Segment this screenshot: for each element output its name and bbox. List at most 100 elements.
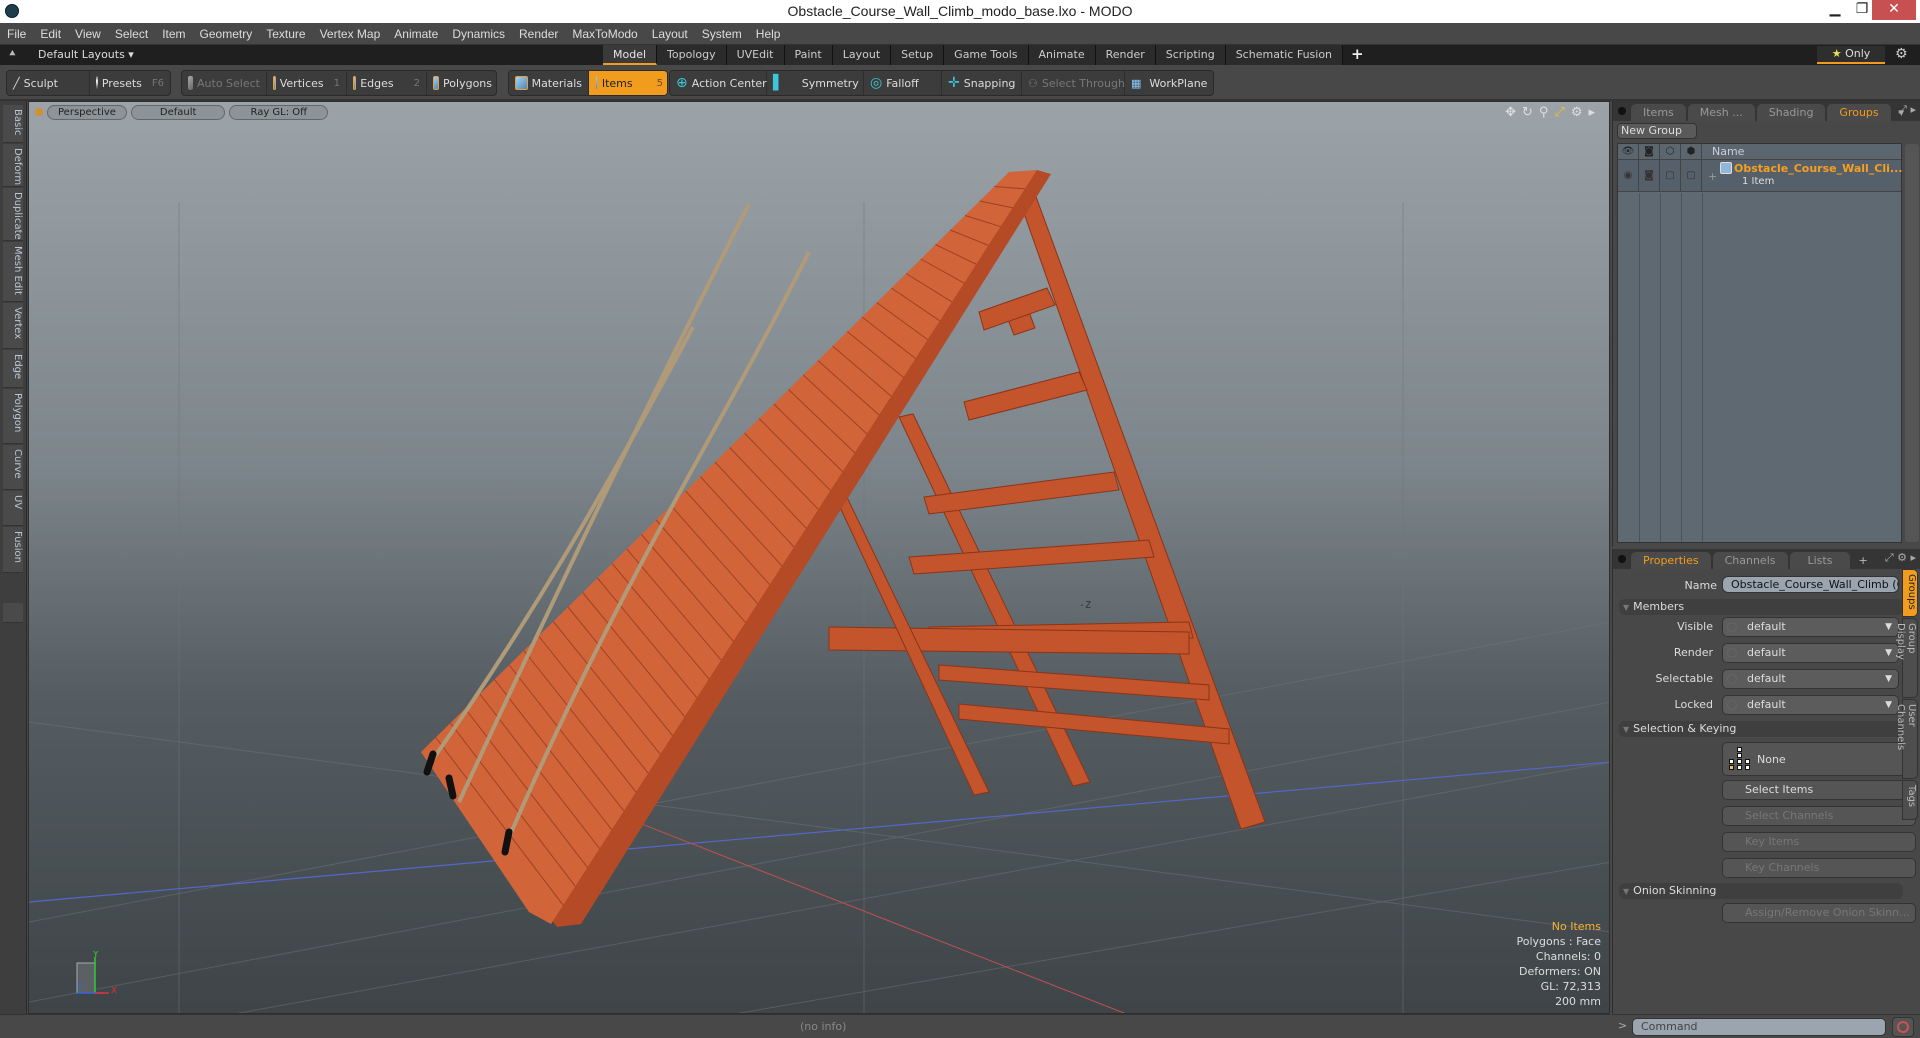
new-group-button[interactable]: New Group	[1617, 123, 1697, 139]
viewport-options-icon[interactable]	[35, 108, 43, 116]
tab-lists[interactable]: Lists	[1789, 552, 1851, 569]
falloff-button[interactable]: ◎ Falloff	[864, 71, 942, 95]
tab-mesh-edit[interactable]: Mesh Edit	[3, 242, 23, 302]
row-lock-toggle[interactable]: ▢	[1660, 160, 1681, 191]
render-camera-icon[interactable]: ◙	[1639, 144, 1660, 159]
tab-deform[interactable]: Deform	[3, 144, 23, 187]
menu-help[interactable]: Help	[749, 23, 788, 45]
key-channels-button[interactable]: Key Channels	[1722, 858, 1916, 878]
tab-paint[interactable]: Paint	[784, 45, 833, 65]
action-center-button[interactable]: ⊕ Action Center	[670, 71, 767, 95]
record-button[interactable]	[1892, 1017, 1914, 1037]
locked-dropdown[interactable]: default ▼	[1722, 695, 1899, 715]
lock-cube-icon[interactable]: ⬡	[1660, 144, 1681, 159]
tab-properties[interactable]: Properties	[1631, 552, 1711, 569]
row-visibility-toggle[interactable]: ◉	[1618, 160, 1639, 191]
menu-maxtomodo[interactable]: MaxToModo	[565, 23, 644, 45]
tab-uv[interactable]: UV	[3, 491, 23, 526]
menu-geometry[interactable]: Geometry	[193, 23, 260, 45]
expand-icon[interactable]: +	[1708, 170, 1717, 183]
tab-layout[interactable]: Layout	[832, 45, 892, 65]
side-tab-group-display[interactable]: Group Display	[1895, 618, 1918, 698]
menu-animate[interactable]: Animate	[387, 23, 445, 45]
side-tab-groups[interactable]: Groups	[1902, 569, 1918, 617]
viewport-gear-icon[interactable]: ⚙	[1571, 105, 1583, 120]
side-tab-user-channels[interactable]: User Channels	[1895, 699, 1918, 779]
groups-scrollbar[interactable]	[1905, 144, 1919, 542]
tab-extra[interactable]	[3, 603, 23, 623]
snapping-button[interactable]: ✛ Snapping	[942, 71, 1022, 95]
panel-expand-icon[interactable]: ⤢ ⚙ ▸	[1885, 551, 1916, 565]
hierarchy-none-button[interactable]: None	[1722, 742, 1916, 776]
shading-button[interactable]: Default	[130, 105, 226, 120]
raygl-button[interactable]: Ray GL: Off	[229, 105, 329, 120]
onion-skinning-section[interactable]: ▼ Onion Skinning	[1619, 883, 1903, 899]
select-cube-icon[interactable]: ⬢	[1681, 144, 1702, 159]
row-select-toggle[interactable]: ▢	[1681, 160, 1702, 191]
key-items-button[interactable]: Key Items	[1722, 832, 1916, 852]
presets-button[interactable]: Presets F6	[90, 71, 170, 95]
gear-icon[interactable]: ⚙	[1895, 46, 1908, 62]
visible-dropdown[interactable]: default ▼	[1722, 617, 1899, 637]
side-tab-tags[interactable]: Tags	[1902, 780, 1918, 820]
tab-fusion[interactable]: Fusion	[3, 527, 23, 573]
tab-topology[interactable]: Topology	[657, 45, 727, 65]
panel-options-icon[interactable]	[1618, 107, 1626, 115]
selection-keying-section[interactable]: ▼ Selection & Keying	[1619, 721, 1903, 737]
tab-items[interactable]: Items	[1631, 104, 1686, 121]
menu-dynamics[interactable]: Dynamics	[445, 23, 512, 45]
tab-vertex[interactable]: Vertex	[3, 303, 23, 349]
panel-expand-icon[interactable]: ⤢ ▸	[1898, 103, 1916, 117]
tab-uvedit[interactable]: UVEdit	[726, 45, 785, 65]
onion-skin-button[interactable]: Assign/Remove Onion Skinn...	[1722, 903, 1916, 923]
select-through-button[interactable]: ⚇ Select Through	[1022, 71, 1125, 95]
menu-item[interactable]: Item	[155, 23, 192, 45]
tab-setup[interactable]: Setup	[891, 45, 945, 65]
tab-animate[interactable]: Animate	[1028, 45, 1096, 65]
tab-edge[interactable]: Edge	[3, 350, 23, 388]
view-type-button[interactable]: Perspective	[47, 105, 127, 120]
only-button[interactable]: ★ Only	[1817, 46, 1885, 64]
menu-edit[interactable]: Edit	[33, 23, 68, 45]
select-items-button[interactable]: Select Items	[1722, 780, 1916, 800]
vertices-button[interactable]: Vertices 1	[267, 71, 347, 95]
tab-mesh[interactable]: Mesh ...	[1687, 104, 1755, 121]
tab-scripting[interactable]: Scripting	[1155, 45, 1226, 65]
tab-channels[interactable]: Channels	[1712, 552, 1788, 569]
edges-button[interactable]: Edges 2	[347, 71, 427, 95]
tab-basic[interactable]: Basic	[3, 105, 23, 143]
row-render-toggle[interactable]: ◙	[1639, 160, 1660, 191]
items-button[interactable]: Items 5	[589, 71, 667, 95]
members-section[interactable]: ▼ Members	[1619, 599, 1903, 615]
menu-select[interactable]: Select	[108, 23, 155, 45]
zoom-icon[interactable]: ⚲	[1539, 105, 1549, 120]
tab-render[interactable]: Render	[1095, 45, 1156, 65]
tab-model[interactable]: Model	[603, 45, 658, 65]
add-tab-button[interactable]: +	[1343, 45, 1372, 65]
workplane-button[interactable]: ▦ WorkPlane	[1125, 71, 1213, 95]
tab-polygon[interactable]: Polygon	[3, 389, 23, 444]
command-input[interactable]: Command	[1632, 1018, 1886, 1036]
panel-options-icon[interactable]	[1618, 555, 1626, 563]
3d-viewport[interactable]: -Z Perspective Default Ray GL: Off ✥ ↻ ⚲…	[28, 101, 1610, 1014]
tab-groups[interactable]: Groups	[1827, 104, 1891, 121]
menu-layout[interactable]: Layout	[645, 23, 695, 45]
auto-select-button[interactable]: Auto Select	[182, 71, 267, 95]
materials-button[interactable]: Materials	[509, 71, 589, 95]
visibility-eye-icon[interactable]: 👁	[1618, 144, 1639, 159]
collapse-arrow-icon[interactable]: ⯅	[8, 47, 17, 61]
tab-schematic-fusion[interactable]: Schematic Fusion	[1225, 45, 1344, 65]
tab-shading[interactable]: Shading	[1756, 104, 1826, 121]
render-dropdown[interactable]: default ▼	[1722, 643, 1899, 663]
maximize-icon[interactable]: ⤢	[1554, 105, 1564, 120]
pan-icon[interactable]: ✥	[1505, 105, 1516, 120]
rotate-icon[interactable]: ↻	[1522, 105, 1533, 120]
tab-duplicate[interactable]: Duplicate	[3, 188, 23, 241]
tab-game-tools[interactable]: Game Tools	[944, 45, 1029, 65]
name-field[interactable]: Obstacle_Course_Wall_Climb (63)	[1722, 576, 1899, 593]
sculpt-button[interactable]: ╱ Sculpt	[7, 71, 90, 95]
selectable-dropdown[interactable]: default ▼	[1722, 669, 1899, 689]
menu-render[interactable]: Render	[512, 23, 565, 45]
close-button[interactable]: ✕	[1872, 0, 1916, 20]
tab-curve[interactable]: Curve	[3, 445, 23, 490]
